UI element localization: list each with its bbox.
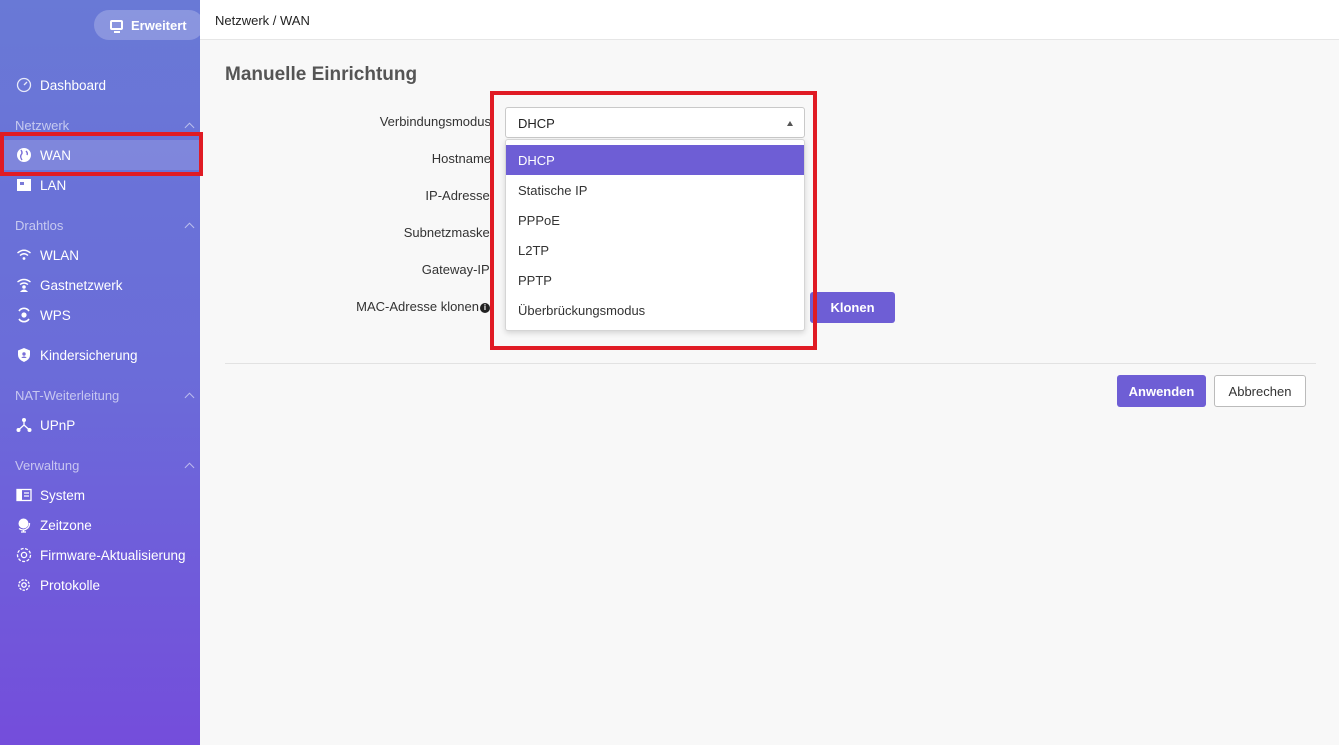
label-text: Verbindungsmodus <box>379 114 491 129</box>
section-label: Drahtlos <box>15 218 64 233</box>
apply-button[interactable]: Anwenden <box>1117 375 1206 407</box>
sidebar-item-firmware[interactable]: Firmware-Aktualisierung <box>0 540 200 570</box>
label-subnetzmaske: Subnetzmaske* <box>404 225 494 240</box>
sidebar-item-label: Dashboard <box>40 77 107 93</box>
sidebar-item-label: Kindersicherung <box>40 347 138 363</box>
sidebar-item-wps[interactable]: WPS <box>0 300 200 330</box>
chevron-up-icon <box>184 222 195 233</box>
label-text: Gateway-IP <box>421 262 490 277</box>
sidebar-item-label: Protokolle <box>40 577 101 593</box>
label-verbindungsmodus: Verbindungsmodus <box>380 114 491 129</box>
chevron-up-icon <box>184 392 195 403</box>
firmware-update-icon <box>16 547 32 563</box>
wifi-icon <box>16 247 32 263</box>
sidebar-item-label: Zeitzone <box>40 517 92 533</box>
highlight-wan-frame <box>0 132 203 176</box>
label-text: MAC-Adresse klonen <box>356 299 479 314</box>
sidebar-item-label: UPnP <box>40 417 76 433</box>
sidebar: Erweitert Dashboard Netzwerk WAN LAN Dra… <box>0 0 204 745</box>
sidebar-item-label: System <box>40 487 86 503</box>
section-netzwerk[interactable]: Netzwerk <box>15 118 195 133</box>
section-drahtlos[interactable]: Drahtlos <box>15 218 195 233</box>
label-text: IP-Adresse <box>425 188 490 203</box>
section-label: NAT-Weiterleitung <box>15 388 120 403</box>
gear-icon <box>16 577 32 593</box>
lan-icon <box>16 177 32 193</box>
sidebar-item-label: Firmware-Aktualisierung <box>40 547 186 563</box>
section-nat[interactable]: NAT-Weiterleitung <box>15 388 195 403</box>
wps-icon <box>16 307 32 323</box>
sidebar-item-wlan[interactable]: WLAN <box>0 240 200 270</box>
section-label: Verwaltung <box>15 458 80 473</box>
advanced-mode-button[interactable]: Erweitert <box>94 10 204 40</box>
guest-wifi-icon <box>16 277 32 293</box>
system-icon <box>16 487 32 503</box>
breadcrumb: Netzwerk / WAN <box>215 13 310 28</box>
advanced-mode-label: Erweitert <box>131 17 187 33</box>
chevron-up-icon <box>184 122 195 133</box>
gauge-icon <box>16 77 32 93</box>
sidebar-item-kindersicherung[interactable]: Kindersicherung <box>0 340 200 370</box>
sidebar-item-label: WPS <box>40 307 71 323</box>
sidebar-item-label: LAN <box>40 177 67 193</box>
sidebar-item-zeitzone[interactable]: Zeitzone <box>0 510 200 540</box>
chevron-up-icon <box>184 462 195 473</box>
globe-stand-icon <box>16 517 32 533</box>
label-hostname: Hostname <box>432 151 491 166</box>
sidebar-item-protokolle[interactable]: Protokolle <box>0 570 200 600</box>
sidebar-item-label: WLAN <box>40 247 80 263</box>
shield-icon <box>16 347 32 363</box>
sidebar-item-system[interactable]: System <box>0 480 200 510</box>
label-text: Hostname <box>431 151 491 166</box>
cancel-button[interactable]: Abbrechen <box>1214 375 1306 407</box>
page-title: Manuelle Einrichtung <box>225 64 418 85</box>
clone-button[interactable]: Klonen <box>810 292 895 323</box>
sidebar-item-gastnetzwerk[interactable]: Gastnetzwerk <box>0 270 200 300</box>
sidebar-item-upnp[interactable]: UPnP <box>0 410 200 440</box>
sidebar-item-dashboard[interactable]: Dashboard <box>0 70 200 100</box>
label-ip-adresse: IP-Adresse* <box>425 188 494 203</box>
sidebar-item-label: Gastnetzwerk <box>40 277 123 293</box>
top-bar: Netzwerk / WAN <box>200 0 1339 40</box>
highlight-select-frame <box>490 91 817 350</box>
label-text: Subnetzmaske <box>403 225 490 240</box>
monitor-icon <box>110 20 123 33</box>
info-icon[interactable]: i <box>480 303 490 313</box>
network-nodes-icon <box>16 417 32 433</box>
section-label: Netzwerk <box>15 118 70 133</box>
label-gateway-ip: Gateway-IP* <box>422 262 494 277</box>
section-verwaltung[interactable]: Verwaltung <box>15 458 195 473</box>
label-mac-adresse: MAC-Adresse klonen i <box>356 299 490 314</box>
divider <box>225 363 1316 364</box>
